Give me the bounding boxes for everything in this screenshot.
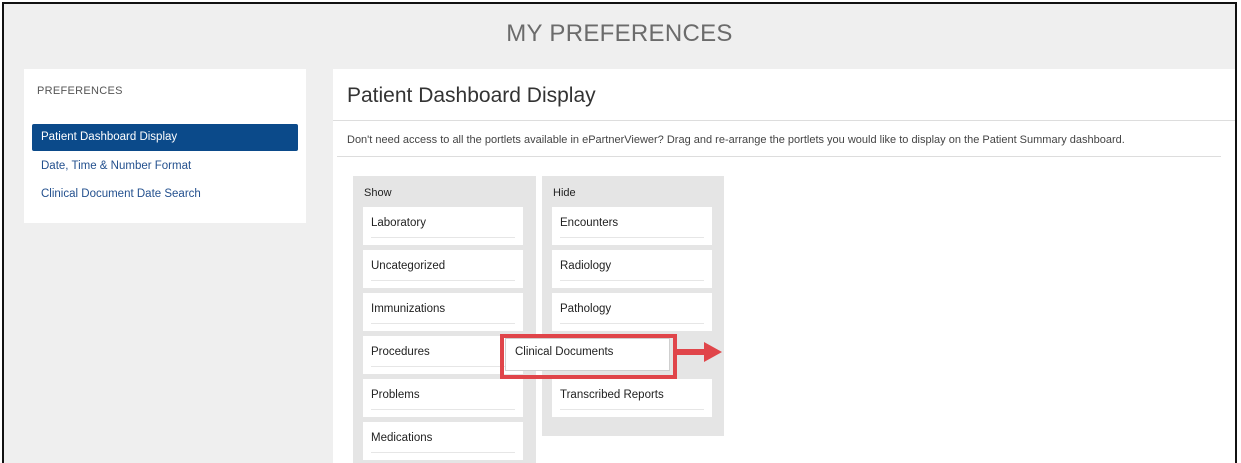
portlet-card-immunizations[interactable]: Immunizations (363, 293, 523, 331)
show-column[interactable]: Show Laboratory Uncategorized Immunizati… (353, 176, 536, 463)
sidebar-item-patient-dashboard-display[interactable]: Patient Dashboard Display (32, 124, 298, 151)
dashboard-display-panel: Patient Dashboard Display Don't need acc… (333, 69, 1235, 463)
panel-description: Don't need access to all the portlets av… (347, 134, 1125, 146)
portlet-card-problems[interactable]: Problems (363, 379, 523, 417)
sidebar-item-clinical-document-date-search[interactable]: Clinical Document Date Search (32, 181, 298, 208)
preferences-sidebar: PREFERENCES Patient Dashboard Display Da… (24, 69, 306, 223)
hide-column[interactable]: Hide Encounters Radiology Pathology Tran… (542, 176, 724, 436)
title-divider (333, 120, 1235, 121)
portlet-card-medications[interactable]: Medications (363, 422, 523, 460)
portlet-card-radiology[interactable]: Radiology (552, 250, 712, 288)
portlet-card-laboratory[interactable]: Laboratory (363, 207, 523, 245)
panel-title: Patient Dashboard Display (347, 84, 596, 107)
right-arrow-icon (676, 342, 722, 362)
description-divider (337, 156, 1221, 157)
hide-column-label: Hide (553, 187, 576, 199)
sidebar-heading: PREFERENCES (37, 85, 123, 97)
portlet-card-clinical-documents-dragging[interactable]: Clinical Documents (505, 338, 670, 371)
portlet-card-encounters[interactable]: Encounters (552, 207, 712, 245)
page-title: MY PREFERENCES (506, 20, 733, 47)
preferences-page: MY PREFERENCES PREFERENCES Patient Dashb… (2, 2, 1237, 463)
show-column-label: Show (364, 187, 392, 199)
portlet-card-procedures[interactable]: Procedures (363, 336, 523, 374)
portlet-card-transcribed-reports[interactable]: Transcribed Reports (552, 379, 712, 417)
portlet-card-pathology[interactable]: Pathology (552, 293, 712, 331)
portlet-card-uncategorized[interactable]: Uncategorized (363, 250, 523, 288)
sidebar-item-date-time-number-format[interactable]: Date, Time & Number Format (32, 153, 298, 180)
